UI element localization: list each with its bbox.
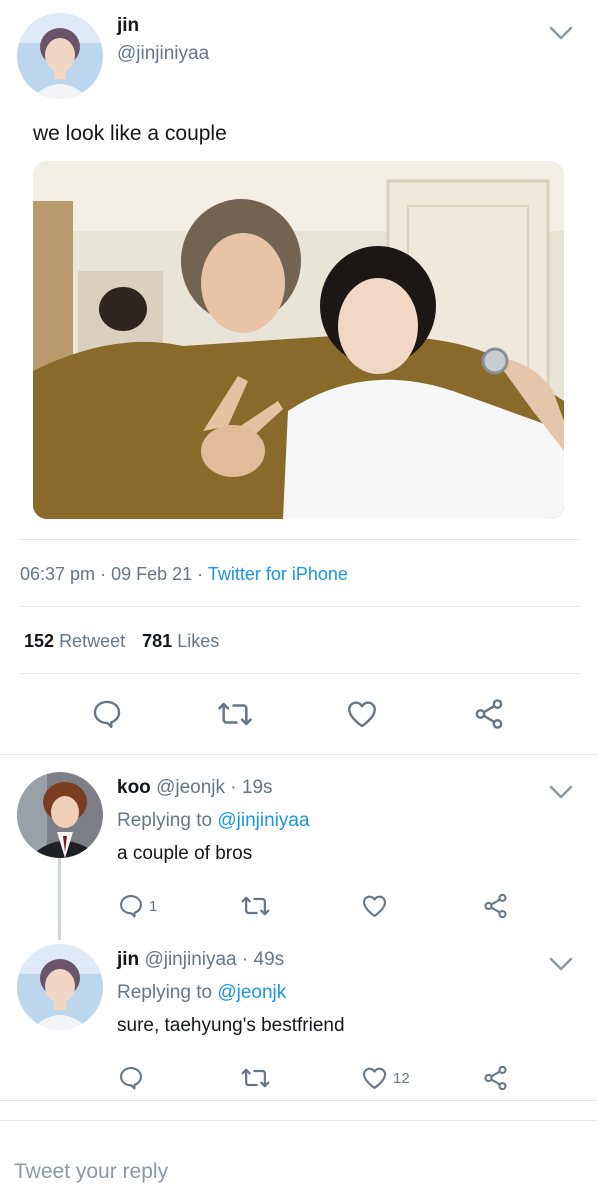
divider: [0, 1100, 597, 1101]
reply-text: sure, taehyung's bestfriend: [117, 1015, 345, 1036]
reply-time[interactable]: 49s: [254, 949, 285, 970]
tweet-time: 06:37 pm: [20, 564, 96, 584]
reply-button[interactable]: [90, 697, 124, 731]
like-button[interactable]: [344, 697, 380, 731]
share-button[interactable]: [471, 697, 507, 731]
reply-button[interactable]: [117, 1064, 149, 1092]
replying-to-line: Replying to @jinjiniyaa: [117, 810, 310, 832]
retweets-count[interactable]: 152: [24, 631, 54, 651]
replying-to-line: Replying to @jeonjk: [117, 982, 286, 1004]
speech-bubble-icon: [120, 1067, 142, 1090]
likes-label[interactable]: Likes: [177, 631, 219, 651]
tweet-stats: 152 Retweet 781 Likes: [24, 631, 219, 652]
reply-count: 1: [149, 897, 158, 915]
heart-icon: [362, 895, 387, 917]
reply-input[interactable]: Tweet your reply: [14, 1160, 168, 1184]
heart-icon: [362, 1067, 387, 1089]
share-icon: [484, 893, 507, 919]
divider: [20, 539, 579, 540]
avatar-image: [17, 772, 103, 858]
avatar-image: [17, 13, 103, 99]
tweet-photo[interactable]: [33, 161, 564, 519]
main-tweet-display-name[interactable]: jin: [117, 15, 139, 37]
chevron-down-icon[interactable]: [548, 783, 574, 801]
replying-label: Replying to: [117, 982, 213, 1003]
replying-label: Replying to: [117, 810, 213, 831]
main-tweet-text: we look like a couple: [33, 122, 227, 145]
main-tweet-avatar[interactable]: [17, 13, 103, 99]
retweet-icon: [241, 1068, 270, 1088]
separator-dot: ·: [197, 564, 208, 584]
likes-count[interactable]: 781: [142, 631, 172, 651]
tweet-source-link[interactable]: Twitter for iPhone: [208, 564, 348, 584]
replying-to-link[interactable]: @jinjiniyaa: [217, 810, 309, 831]
share-icon: [484, 1065, 507, 1091]
tweet-timestamp[interactable]: 06:37 pm · 09 Feb 21 · Twitter for iPhon…: [20, 564, 348, 585]
retweet-icon: [241, 896, 270, 916]
replying-to-link[interactable]: @jeonjk: [217, 982, 286, 1003]
reply-time[interactable]: 19s: [242, 777, 273, 798]
reply-header: koo @jeonjk · 19s: [117, 777, 273, 799]
divider: [0, 754, 597, 755]
separator-dot: ·: [230, 777, 237, 798]
speech-bubble-icon: [93, 700, 121, 728]
thread-connector: [58, 858, 61, 940]
share-button[interactable]: [481, 892, 510, 920]
retweet-button[interactable]: [240, 1064, 271, 1092]
divider: [20, 606, 579, 607]
divider: [20, 673, 579, 674]
reply-display-name[interactable]: jin: [117, 949, 139, 970]
main-tweet-handle[interactable]: @jinjiniyaa: [117, 43, 209, 65]
chevron-down-icon[interactable]: [548, 955, 574, 973]
reply-handle[interactable]: @jinjiniyaa: [144, 949, 236, 970]
share-icon: [475, 699, 503, 729]
separator-dot: ·: [241, 949, 249, 970]
retweets-label[interactable]: Retweet: [59, 631, 125, 651]
reply-avatar[interactable]: [17, 772, 103, 858]
share-button[interactable]: [481, 1064, 510, 1092]
reply-display-name[interactable]: koo: [117, 777, 151, 798]
reply-avatar[interactable]: [17, 944, 103, 1030]
tweet-date: 09 Feb 21: [111, 564, 193, 584]
retweet-button[interactable]: [216, 697, 254, 731]
like-button[interactable]: [360, 892, 393, 920]
reply-header: jin @jinjiniyaa · 49s: [117, 949, 284, 971]
retweet-button[interactable]: [240, 892, 271, 920]
chevron-down-icon[interactable]: [548, 24, 574, 42]
separator-dot: ·: [100, 564, 112, 584]
reply-button[interactable]: 1: [117, 892, 157, 920]
retweet-icon: [218, 702, 252, 726]
speech-bubble-icon: [120, 895, 142, 918]
reply-handle[interactable]: @jeonjk: [156, 777, 225, 798]
like-count: 12: [393, 1069, 410, 1087]
like-button[interactable]: 12: [360, 1064, 410, 1092]
heart-icon: [348, 701, 376, 728]
reply-text: a couple of bros: [117, 843, 253, 864]
avatar-image: [17, 944, 103, 1030]
